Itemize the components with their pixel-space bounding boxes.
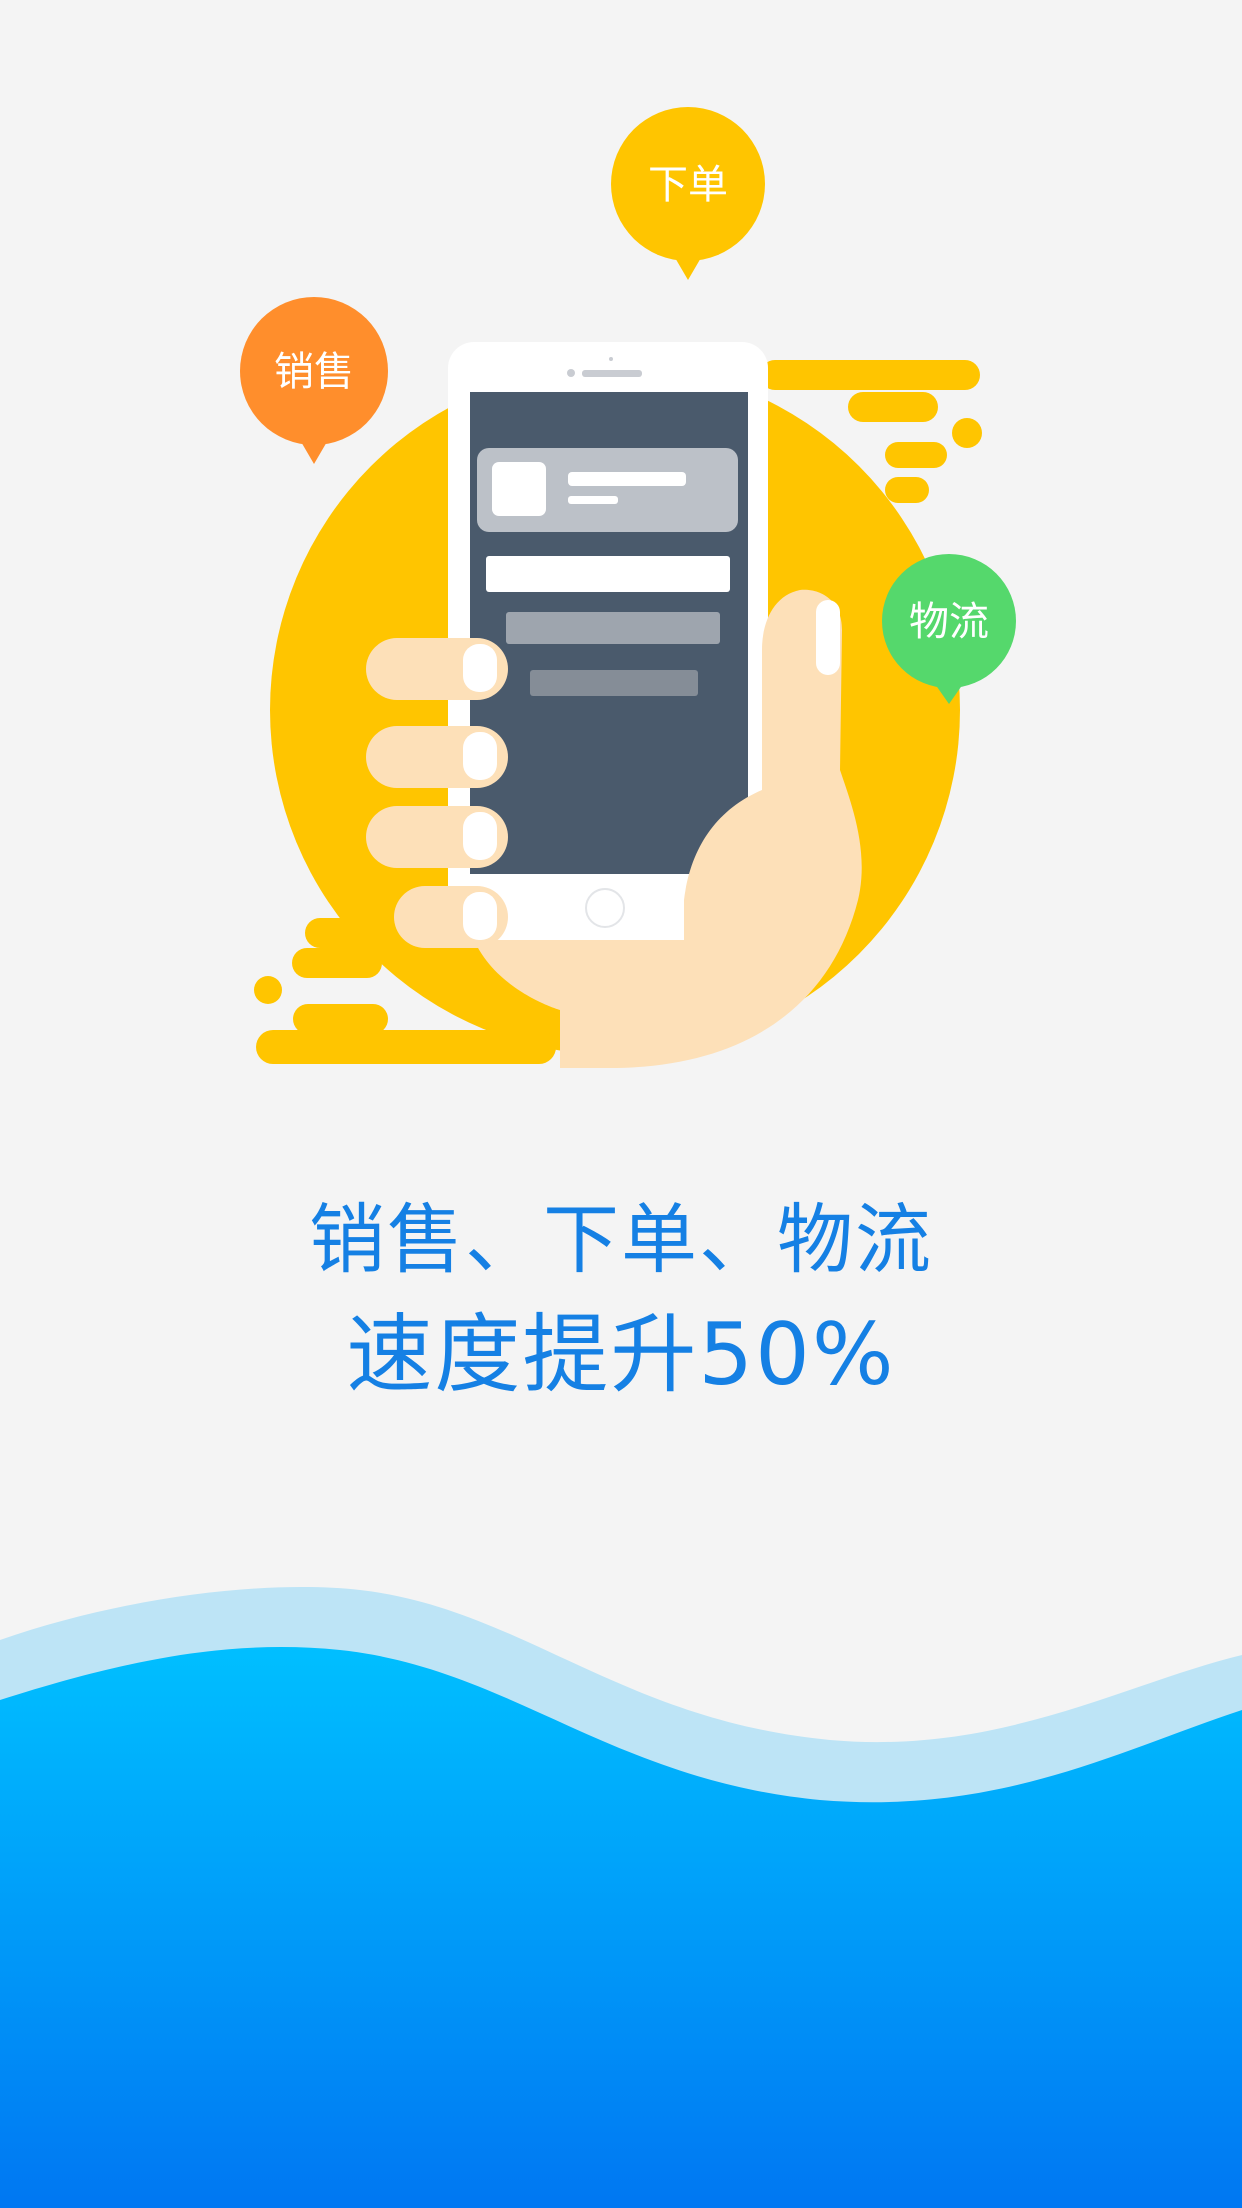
bubble-sales-label: 销售 — [274, 349, 354, 395]
bubble-logistics-label: 物流 — [909, 599, 989, 645]
headline-line-2: 速度提升50% — [346, 1305, 896, 1405]
bubble-order-label: 下单 — [648, 162, 728, 208]
bubble-order: 下单 — [611, 107, 765, 280]
wave-decoration — [0, 1587, 1242, 2208]
headline-line-1: 销售、下单、物流 — [309, 1195, 933, 1284]
bubble-sales: 销售 — [240, 297, 388, 464]
headline: 销售、下单、物流 速度提升50% — [0, 1185, 1242, 1415]
hand-holding-phone-illustration: 销售 下单 物流 — [240, 107, 1016, 1068]
